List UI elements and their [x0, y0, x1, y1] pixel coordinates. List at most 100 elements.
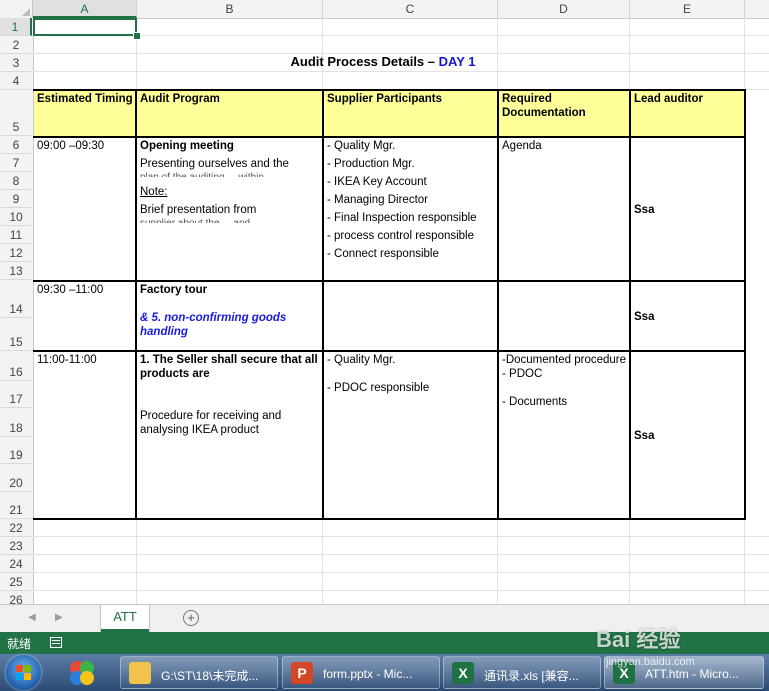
row-header[interactable]: 2 — [0, 36, 32, 54]
row-header[interactable]: 25 — [0, 573, 32, 591]
program-cell[interactable]: Factory tour & 5. non-confirming goods h… — [137, 281, 323, 349]
row-header[interactable]: 24 — [0, 555, 32, 573]
documentation-cell[interactable]: -Documented procedure - PDOC - Documents — [499, 351, 630, 431]
row-header-bar: 1 2 3 4 5 6 7 8 9 10 11 12 13 14 15 16 1… — [0, 18, 34, 604]
fill-handle[interactable] — [133, 32, 141, 40]
documentation-item: - PDOC — [502, 368, 543, 380]
column-header-e[interactable]: E — [630, 0, 745, 18]
taskbar-item-label: G:\ST\18\未完成... — [161, 669, 259, 683]
table-border — [33, 280, 746, 282]
program-link: & 5. non-confirming goods handling — [140, 312, 287, 338]
row-header[interactable]: 17 — [0, 381, 32, 408]
taskbar-item-folder[interactable]: G:\ST\18\未完成... — [120, 656, 278, 689]
row-header[interactable]: 3 — [0, 54, 32, 72]
table-border — [33, 518, 746, 520]
table-border — [135, 89, 137, 520]
lead-auditor-cell[interactable]: Ssa — [631, 201, 745, 219]
header-estimated-timing[interactable]: Estimated Timing — [34, 90, 136, 136]
program-cell[interactable]: Opening meeting Presenting ourselves and… — [137, 137, 323, 229]
header-required-documentation[interactable]: Required Documentation — [499, 90, 630, 136]
taskbar-item-label: form.pptx - Mic... — [323, 667, 413, 681]
row-header[interactable]: 8 — [0, 172, 32, 190]
program-line-clipped: plan of the auditing ... within — [140, 171, 320, 177]
taskbar-item-label: 通讯录.xls [兼容... — [484, 669, 579, 683]
participant-item: - Production Mgr. — [327, 158, 415, 170]
program-line: Brief presentation from — [140, 204, 257, 216]
program-line-clipped: supplier about the ... and — [140, 217, 320, 223]
column-header-f[interactable] — [745, 0, 769, 18]
row-header[interactable]: 12 — [0, 244, 32, 262]
select-all-corner[interactable] — [0, 0, 33, 18]
sheet-tab-att[interactable]: ATT — [101, 605, 149, 632]
sheet-title: Audit Process Details – DAY 1 — [136, 54, 630, 69]
row-header[interactable]: 6 — [0, 136, 32, 154]
participants-cell[interactable]: - Quality Mgr. - PDOC responsible — [324, 351, 498, 411]
start-button[interactable] — [6, 655, 41, 690]
lead-auditor-cell[interactable]: Ssa — [631, 427, 745, 445]
row-header[interactable]: 23 — [0, 537, 32, 555]
header-lead-auditor[interactable]: Lead auditor — [631, 90, 745, 136]
participant-item: - IKEA Key Account — [327, 176, 427, 188]
timing-cell[interactable]: 09:00 –09:30 — [34, 137, 136, 155]
row-header[interactable]: 4 — [0, 72, 32, 90]
taskbar-item-excel-contacts[interactable]: X 通讯录.xls [兼容... — [443, 656, 601, 689]
taskbar-item-powerpoint[interactable]: P form.pptx - Mic... — [282, 656, 440, 689]
baidu-watermark: Bai 经验 — [596, 627, 681, 652]
baidu-watermark-url: jingyan.baidu.com — [606, 656, 695, 668]
documentation-cell[interactable]: Agenda — [499, 137, 630, 155]
row-header[interactable]: 22 — [0, 519, 32, 537]
table-border — [497, 89, 499, 520]
powerpoint-icon: P — [291, 662, 313, 684]
timing-cell[interactable]: 09:30 –11:00 — [34, 281, 136, 299]
column-header-d[interactable]: D — [498, 0, 630, 18]
participant-item: - Managing Director — [327, 194, 428, 206]
row-header[interactable]: 20 — [0, 464, 32, 492]
add-sheet-plus-icon[interactable]: + — [183, 610, 199, 626]
grid-line — [33, 590, 769, 591]
row-header[interactable]: 10 — [0, 208, 32, 226]
column-header-c[interactable]: C — [323, 0, 498, 18]
selected-cell[interactable] — [33, 18, 137, 36]
row-header[interactable]: 18 — [0, 408, 32, 437]
header-audit-program[interactable]: Audit Program — [137, 90, 323, 136]
participant-item: - process control responsible — [327, 230, 475, 242]
grid-line — [33, 572, 769, 573]
column-header-a[interactable]: A — [33, 0, 137, 18]
program-cell[interactable]: 1. The Seller shall secure that all prod… — [137, 351, 323, 517]
timing-cell[interactable]: 11:00-11:00 — [34, 351, 136, 369]
participant-item: - Quality Mgr. — [327, 140, 396, 152]
table-border — [629, 89, 631, 520]
row-header[interactable]: 1 — [0, 18, 32, 36]
next-sheet-arrow-icon[interactable]: ▶ — [55, 612, 63, 623]
participant-item: - PDOC responsible — [327, 382, 430, 394]
row-header[interactable]: 15 — [0, 318, 32, 351]
row-header[interactable]: 19 — [0, 437, 32, 464]
excel-icon: X — [452, 662, 474, 684]
row-header[interactable]: 11 — [0, 226, 32, 244]
windows-logo-icon — [16, 673, 23, 680]
title-text: Audit Process Details – — [290, 54, 439, 69]
row-header[interactable]: 16 — [0, 351, 32, 381]
header-supplier-participants[interactable]: Supplier Participants — [324, 90, 498, 136]
windows-logo-icon — [24, 673, 31, 680]
windows-logo-icon — [24, 665, 31, 672]
prev-sheet-arrow-icon[interactable]: ◀ — [28, 612, 36, 623]
row-header[interactable]: 7 — [0, 154, 32, 172]
participants-cell[interactable]: - Quality Mgr. - Production Mgr. - IKEA … — [324, 137, 498, 262]
row-header[interactable]: 14 — [0, 280, 32, 318]
lead-auditor-cell[interactable]: Ssa — [631, 308, 745, 326]
row-header[interactable]: 21 — [0, 492, 32, 519]
pinned-app-icon[interactable] — [64, 657, 104, 688]
column-header-b[interactable]: B — [137, 0, 323, 18]
participant-item: - Connect responsible — [327, 248, 439, 260]
row-header[interactable]: 26 — [0, 591, 32, 604]
windows-logo-icon — [16, 665, 23, 672]
macro-record-icon[interactable] — [50, 637, 62, 648]
row-header[interactable]: 5 — [0, 90, 32, 136]
status-ready-text: 就绪 — [7, 637, 32, 651]
row-header[interactable]: 13 — [0, 262, 32, 280]
participant-item: - Final Inspection responsible — [327, 212, 477, 224]
grid-line — [33, 536, 769, 537]
program-line: Procedure for receiving and analysing IK… — [140, 410, 282, 436]
row-header[interactable]: 9 — [0, 190, 32, 208]
